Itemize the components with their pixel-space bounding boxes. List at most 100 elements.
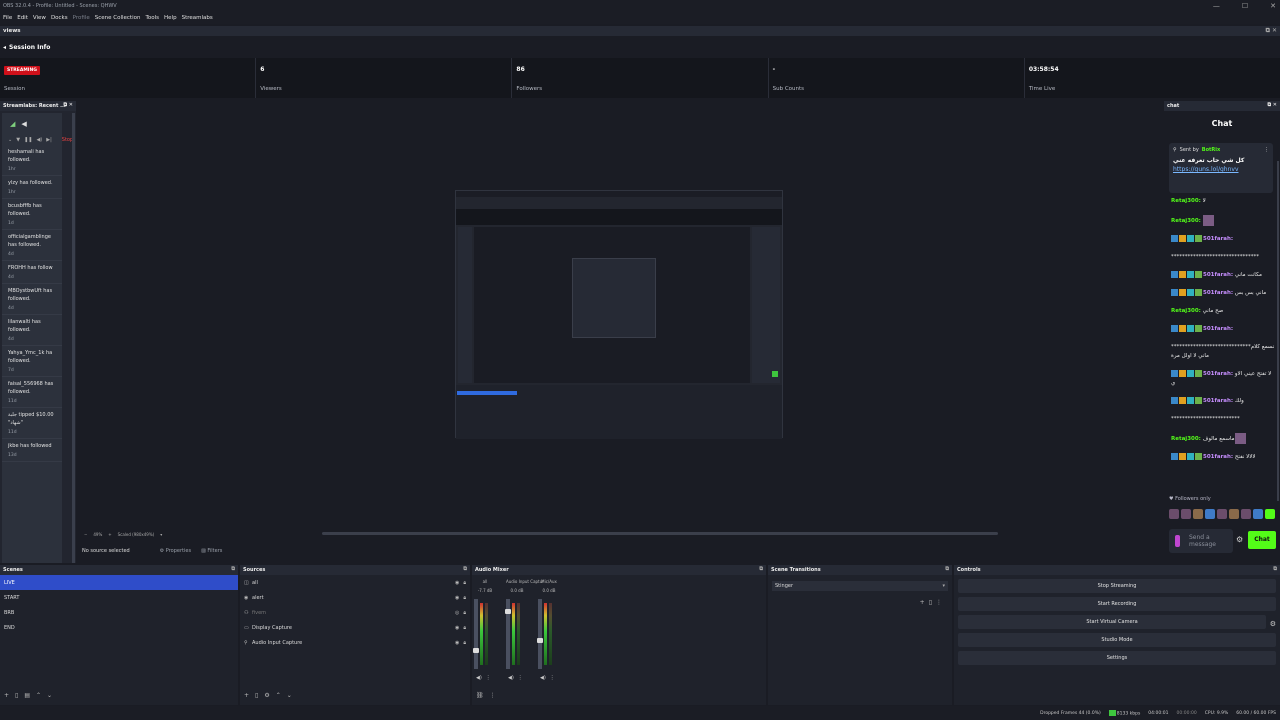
eye-hidden-icon[interactable]: ◎ <box>455 610 459 616</box>
move-up-icon[interactable]: ⌃ <box>36 692 41 699</box>
filter-icon[interactable]: ▤ <box>24 692 30 699</box>
eye-icon[interactable]: ◉ <box>455 595 459 601</box>
source-item[interactable]: ▭ Display Capture ◉ 🔒︎ <box>240 620 470 635</box>
chat-username[interactable]: 501farah: <box>1203 326 1233 332</box>
chat-username[interactable]: 501farah: <box>1203 272 1233 278</box>
fader-knob[interactable] <box>505 608 511 614</box>
emote-icon[interactable] <box>1205 509 1215 519</box>
volume-icon[interactable]: ◀) <box>476 675 482 681</box>
recent-event-item[interactable]: ylzy has followed. 1hr <box>2 176 62 199</box>
pinned-link[interactable]: https://guns.lol/ghnvv <box>1173 166 1269 173</box>
preview-canvas[interactable] <box>78 101 1156 529</box>
properties-button[interactable]: ⚙ Properties <box>160 548 191 554</box>
recent-event-item[interactable]: جلبة tipped $10.00 "شهاد" 11d <box>2 408 62 439</box>
events-scrollbar[interactable] <box>72 113 75 563</box>
settings-button[interactable]: Settings <box>958 651 1276 665</box>
menu-file[interactable]: File <box>3 15 12 21</box>
trash-icon[interactable]: ▯ <box>15 692 18 699</box>
scene-item[interactable]: START <box>0 590 238 605</box>
send-icon[interactable]: ◢ <box>10 120 15 128</box>
pinned-username[interactable]: BotRix <box>1202 147 1220 153</box>
chevron-down-icon[interactable]: ▾ <box>160 532 162 537</box>
transition-select[interactable]: Stinger ▾ <box>772 581 948 591</box>
source-item[interactable]: ⚇ fivem ◎ 🔒︎ <box>240 605 470 620</box>
chat-username[interactable]: 501farah: <box>1203 371 1233 377</box>
source-item[interactable]: ◉ alert ◉ 🔒︎ <box>240 590 470 605</box>
lock-icon[interactable]: 🔒︎ <box>463 595 466 601</box>
emote-icon[interactable] <box>1265 509 1275 519</box>
pause-icon[interactable]: ❚❚ <box>24 137 32 143</box>
dock-menu-icon[interactable]: ⧉ <box>463 566 467 572</box>
recent-event-item[interactable]: Yahya_Ymc_1k ha followed. 7d <box>2 346 62 377</box>
more-icon[interactable]: ⋮ <box>1264 147 1269 153</box>
filters-button[interactable]: ▨ Filters <box>201 548 222 554</box>
emote-icon[interactable] <box>1181 509 1191 519</box>
scale-select[interactable]: Scaled (980x49%) <box>118 532 155 537</box>
emote-icon[interactable] <box>1229 509 1239 519</box>
emote-icon[interactable] <box>1253 509 1263 519</box>
add-icon[interactable]: + <box>4 692 9 699</box>
menu-scene-collection[interactable]: Scene Collection <box>95 15 141 21</box>
scene-item[interactable]: BRB <box>0 605 238 620</box>
emote-icon[interactable] <box>1217 509 1227 519</box>
lock-icon[interactable]: 🔒︎ <box>463 640 466 646</box>
stop-streaming-button[interactable]: Stop Streaming <box>958 579 1276 593</box>
start-recording-button[interactable]: Start Recording <box>958 597 1276 611</box>
recent-event-item[interactable]: jkbe has followed 13d <box>2 439 62 462</box>
eye-icon[interactable]: ◉ <box>455 580 459 586</box>
trash-icon[interactable]: ▯ <box>929 599 932 606</box>
dock-float-close-icon[interactable]: ⧉ ✕ <box>1266 27 1277 35</box>
chat-settings-icon[interactable]: ⚙ <box>1236 535 1243 544</box>
scene-item[interactable]: END <box>0 620 238 635</box>
more-icon[interactable]: ⋮ <box>486 675 491 681</box>
recent-event-item[interactable]: bcusbfffb has followed. 1d <box>2 199 62 230</box>
source-item[interactable]: ⚲ Audio Input Capture ◉ 🔒︎ <box>240 635 470 650</box>
chat-username[interactable]: Retaj300: <box>1171 218 1201 224</box>
dock-menu-icon[interactable]: ⧉ <box>1273 566 1277 572</box>
emote-icon[interactable] <box>1193 509 1203 519</box>
emote-icon[interactable] <box>1169 509 1179 519</box>
lock-icon[interactable]: 🔒︎ <box>463 580 466 586</box>
recent-event-item[interactable]: faisal_556968 has followed. 11d <box>2 377 62 408</box>
chat-username[interactable]: Retaj300: <box>1171 436 1201 442</box>
chat-username[interactable]: 501farah: <box>1203 454 1233 460</box>
move-down-icon[interactable]: ⌄ <box>287 692 292 699</box>
chevron-down-icon[interactable]: ⌄ <box>8 137 12 143</box>
gear-icon[interactable]: ⚙ <box>264 692 269 699</box>
session-info-header[interactable]: ◂ Session Info <box>0 40 1280 54</box>
chat-username[interactable]: Retaj300: <box>1171 308 1201 314</box>
volume-icon[interactable]: ◀) <box>508 675 514 681</box>
more-icon[interactable]: ⋮ <box>490 692 496 699</box>
zoom-in-icon[interactable]: + <box>108 532 111 537</box>
chat-send-button[interactable]: Chat <box>1248 531 1276 549</box>
chat-username[interactable]: 501farah: <box>1203 398 1233 404</box>
dock-float-close-icon[interactable]: ⧉ ✕ <box>1267 102 1277 108</box>
volume-fader[interactable] <box>505 599 511 669</box>
recent-event-item[interactable]: heshamali has followed. 1hr <box>2 145 62 176</box>
chat-scrollbar[interactable] <box>1277 161 1279 501</box>
recent-event-item[interactable]: officialgamblinge has followed. 4d <box>2 230 62 261</box>
dock-float-close-icon[interactable]: ⧉ ✕ <box>63 102 73 108</box>
recent-event-item[interactable]: lilanwalti has followed. 4d <box>2 315 62 346</box>
start-virtual-camera-button[interactable]: Start Virtual Camera <box>958 615 1266 629</box>
source-item[interactable]: ◫ all ◉ 🔒︎ <box>240 575 470 590</box>
studio-mode-button[interactable]: Studio Mode <box>958 633 1276 647</box>
eye-icon[interactable]: ◉ <box>455 640 459 646</box>
recent-event-item[interactable]: MBOystbwUft has followed. 4d <box>2 284 62 315</box>
mic-icon[interactable] <box>1175 535 1180 547</box>
maximize-icon[interactable]: ☐ <box>1242 2 1248 10</box>
menu-tools[interactable]: Tools <box>145 15 159 21</box>
menu-profile[interactable]: Profile <box>73 15 90 21</box>
lock-icon[interactable]: 🔒︎ <box>463 625 466 631</box>
add-icon[interactable]: + <box>920 599 925 606</box>
volume-fader[interactable] <box>537 599 543 669</box>
volume-fader[interactable] <box>473 599 479 669</box>
eye-icon[interactable]: ◉ <box>455 625 459 631</box>
close-icon[interactable]: ✕ <box>1270 2 1276 10</box>
menu-help[interactable]: Help <box>164 15 177 21</box>
menu-edit[interactable]: Edit <box>17 15 28 21</box>
volume-icon[interactable]: ◀) <box>36 137 42 143</box>
dock-menu-icon[interactable]: ⧉ <box>759 566 763 572</box>
scene-item[interactable]: LIVE <box>0 575 238 590</box>
move-down-icon[interactable]: ⌄ <box>47 692 52 699</box>
